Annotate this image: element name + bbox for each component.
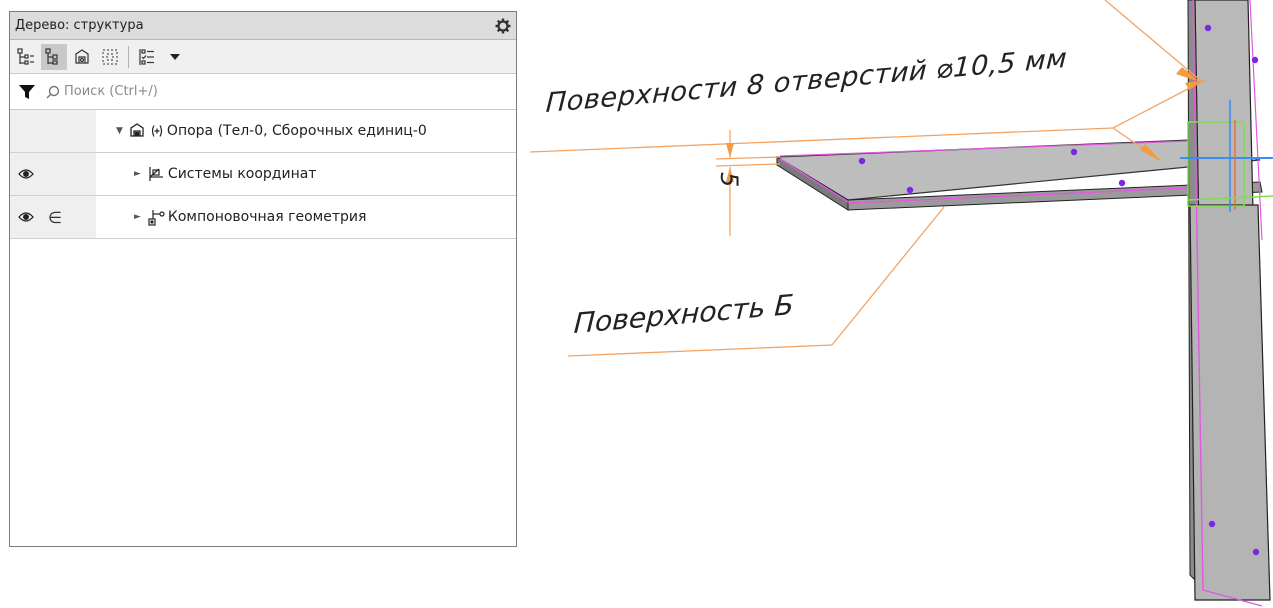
arrow-top — [1176, 67, 1200, 82]
expand-right-icon[interactable]: ► — [134, 212, 141, 222]
toolbar-separator — [128, 45, 129, 68]
expand-down-icon[interactable]: ▼ — [116, 126, 123, 136]
structure-tree-panel: Дерево: структура Поиск (Ctrl+/) ▼ Опора… — [9, 11, 517, 547]
gear-icon[interactable] — [490, 13, 516, 39]
search-bar — [10, 74, 516, 110]
tree-row-layout-geometry[interactable]: ∈ ► Компоновочная геометрия — [10, 196, 516, 239]
tree-row-gutter: ∈ — [10, 196, 96, 238]
assembly-icon — [129, 122, 147, 140]
plate-horizontal-edge — [776, 156, 849, 211]
plate-vertical-highlight — [1192, 0, 1263, 607]
panel-toolbar — [10, 40, 516, 74]
bodies-icon[interactable] — [69, 44, 95, 70]
tree-row-coordinate-systems[interactable]: ► Системы координат — [10, 153, 516, 196]
hole-point — [1252, 548, 1260, 556]
arrow-holes-up — [1185, 80, 1205, 90]
plate-vertical-lower — [1189, 204, 1271, 601]
tree-row-root[interactable]: ▼ Опора (Тел-0, Сборочных единиц-0 — [10, 110, 516, 153]
plus-circle-icon — [150, 124, 164, 138]
tree-row-gutter — [10, 110, 96, 152]
layout-geometry-icon — [147, 208, 165, 226]
filter-list-icon[interactable] — [134, 44, 160, 70]
dim-ext-top — [715, 156, 781, 160]
dimension-value: 5 — [715, 172, 743, 188]
tree-node-label: Компоновочная геометрия — [167, 209, 367, 225]
hole-point — [1118, 179, 1126, 187]
arrow-holes-down — [1140, 144, 1162, 162]
plate-horizontal-edge-bottom — [847, 181, 1263, 211]
coordinate-system-box — [1187, 121, 1245, 207]
tree-row-content: ► Компоновочная геометрия — [134, 208, 366, 226]
dim-ext-bottom — [715, 163, 781, 167]
label-surface-b: Поверхность Б — [573, 288, 795, 340]
plate-horizontal-highlight-top — [779, 140, 1191, 157]
panel-title: Дерево: структура — [15, 18, 144, 33]
dropdown-arrow-icon[interactable] — [162, 44, 188, 70]
selection-frame-icon[interactable] — [97, 44, 123, 70]
search-icon — [46, 85, 60, 99]
filter-icon[interactable] — [14, 79, 40, 105]
hole-point — [906, 186, 914, 194]
tree-node-label: Системы координат — [167, 166, 317, 182]
plate-vertical-face — [1194, 0, 1263, 591]
panel-header: Дерево: структура — [10, 12, 516, 40]
leader-top — [1104, 0, 1201, 81]
hole-point — [1251, 56, 1259, 64]
plate-horizontal-highlight — [779, 158, 1189, 204]
hole-point — [1204, 24, 1212, 32]
hole-points — [858, 24, 1260, 556]
search-input[interactable] — [64, 84, 364, 99]
hole-point — [1070, 148, 1078, 156]
leader-holes-base — [529, 127, 1114, 153]
tree-row-gutter — [10, 153, 96, 195]
tree-hierarchy-icon[interactable] — [41, 43, 67, 70]
hole-point — [1208, 520, 1216, 528]
expand-right-icon[interactable]: ► — [134, 169, 141, 179]
plate-vertical-highlight-right — [1249, 0, 1263, 241]
dim-arrow-top — [726, 143, 734, 158]
visibility-eye-icon[interactable] — [18, 165, 34, 184]
hole-point — [858, 157, 866, 165]
tree-row-content: ▼ Опора (Тел-0, Сборочных единиц-0 — [116, 122, 427, 140]
leader-surfB-diag — [831, 206, 945, 346]
cad-workspace: Поверхности 8 отверстий ⌀10,5 мм Поверхн… — [0, 0, 1273, 608]
plate-horizontal-top — [774, 139, 1261, 201]
leader-holes-down — [1112, 127, 1161, 161]
plate-vertical-edge — [1187, 0, 1206, 592]
label-holes-surfaces: Поверхности 8 отверстий ⌀10,5 мм — [545, 43, 1068, 119]
tree-node-label: Опора (Тел-0, Сборочных единиц-0 — [166, 123, 427, 139]
visibility-eye-icon[interactable] — [18, 208, 34, 227]
leader-holes-up — [1112, 79, 1206, 129]
tree-structure-icon[interactable] — [13, 44, 39, 70]
coordinate-system-icon — [147, 165, 165, 183]
axis-green — [1187, 195, 1273, 201]
tree-row-content: ► Системы координат — [134, 165, 316, 183]
membership-element-of-icon[interactable]: ∈ — [48, 208, 62, 227]
leader-surfB-base — [567, 344, 833, 357]
